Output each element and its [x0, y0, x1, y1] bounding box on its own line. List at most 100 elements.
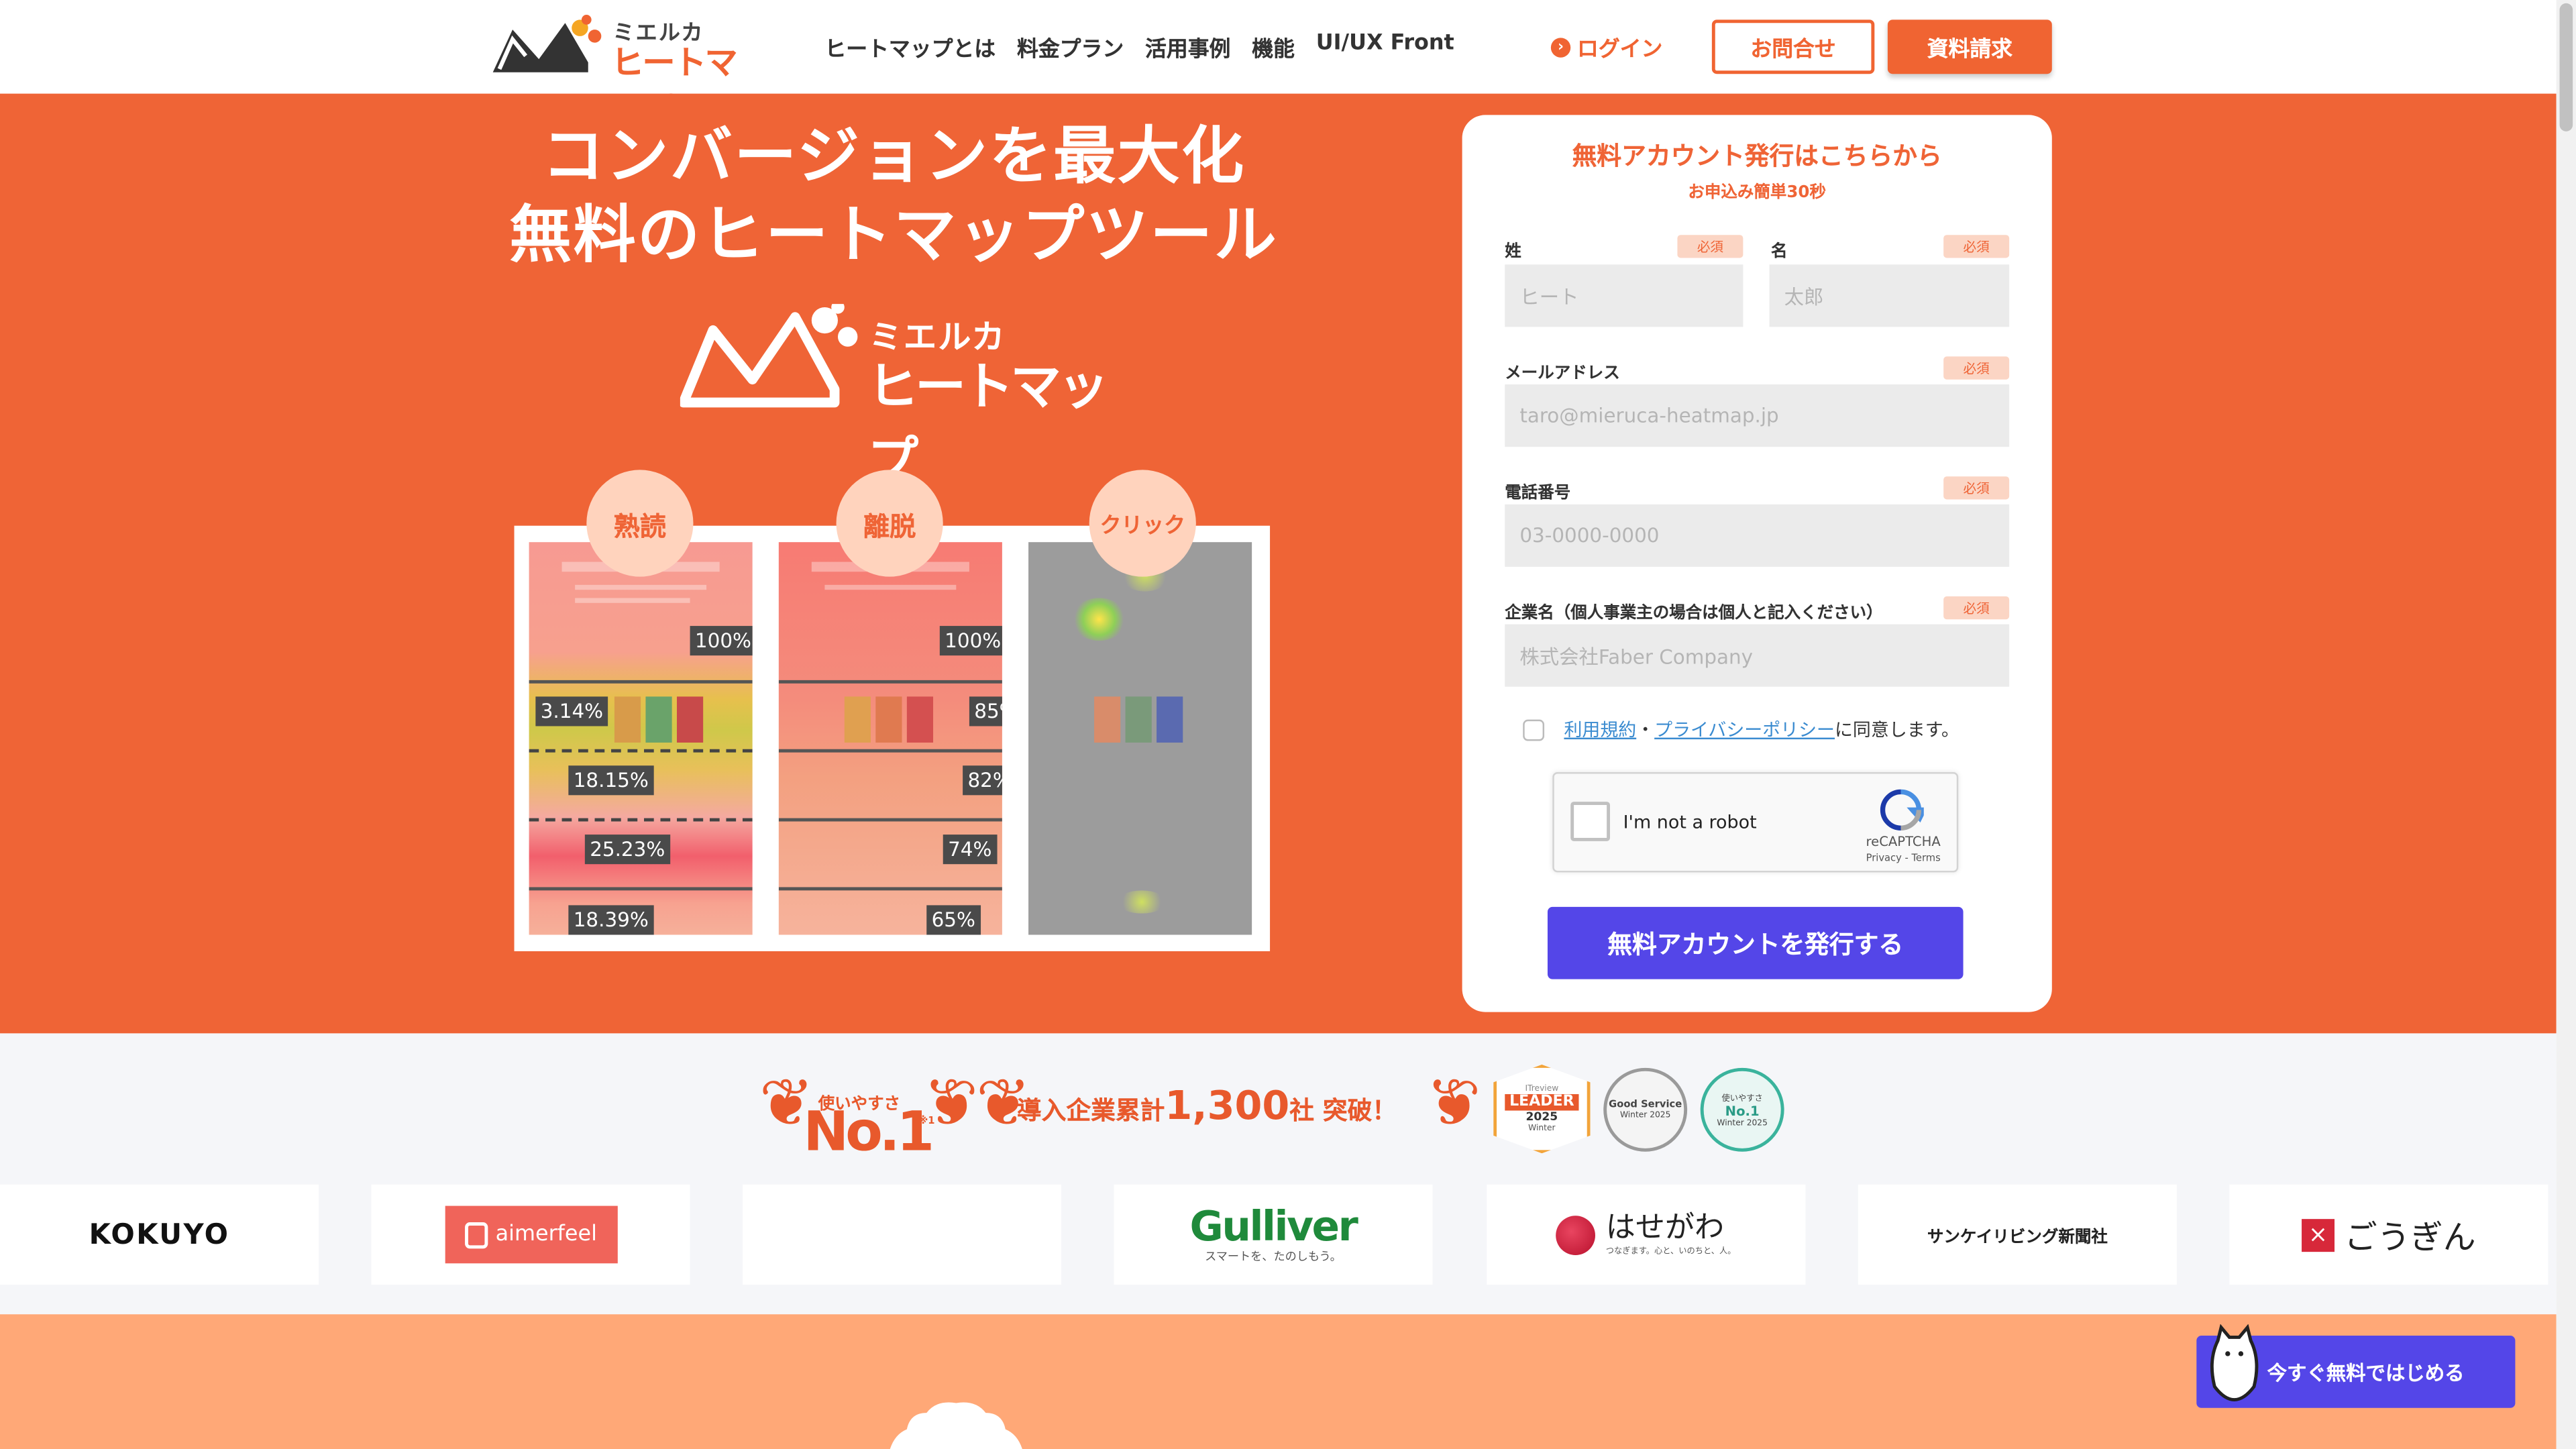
scroll-reading: 100%: [690, 626, 753, 656]
scroll-reading: 18.39%: [568, 905, 654, 935]
last-name-label: 姓: [1505, 243, 1521, 262]
mock-product-cards: [1094, 696, 1183, 743]
adoption-suffix: 社 突破！: [1289, 1095, 1397, 1126]
badge-scallop-icon: [890, 1402, 1022, 1449]
recaptcha-checkbox[interactable]: [1570, 802, 1611, 841]
chevron-right-icon: ›: [1550, 37, 1571, 57]
client-logo-aimerfeel: aimerfeel: [371, 1184, 690, 1285]
mock-product-cards: [844, 696, 934, 743]
mock-text-line: [575, 584, 707, 590]
first-name-field[interactable]: 太郎: [1769, 264, 2010, 327]
exit-reading: 74%: [943, 835, 997, 865]
terms-agreement: 利用規約 ・ プライバシーポリシー に同意します。: [1523, 716, 1960, 743]
signup-form: 無料アカウント発行はこちらから お申込み簡単30秒 姓 必須 ヒート 名 必須 …: [1462, 115, 2052, 1012]
scroll-line: [529, 818, 753, 822]
phone-label: 電話番号: [1505, 484, 1571, 503]
required-badge: 必須: [1677, 235, 1743, 258]
click-hotspot: [1117, 890, 1167, 914]
hero-title: コンバージョンを最大化 無料のヒートマップツール: [493, 117, 1295, 274]
hero-title-line2: 無料のヒートマップツール: [509, 199, 1279, 272]
email-field[interactable]: taro@mieruca-heatmap.jp: [1505, 384, 2010, 447]
required-badge: 必須: [1943, 356, 2010, 380]
exit-line: [778, 680, 1002, 684]
mock-text-line: [575, 598, 690, 603]
nav-item-features[interactable]: 機能: [1252, 32, 1295, 62]
client-logo-text: サンケイリビング新聞社: [1927, 1228, 2108, 1247]
recaptcha-widget: I'm not a robot reCAPTCHA Privacy - Term…: [1552, 772, 1959, 873]
separator: ・: [1636, 719, 1655, 741]
badge-leader-main: LEADER: [1504, 1094, 1579, 1111]
form-subtitle: お申込み簡単30秒: [1688, 184, 1826, 203]
nav-item-pricing[interactable]: 料金プラン: [1017, 32, 1124, 62]
exit-reading: 65%: [926, 905, 981, 935]
exit-line: [778, 818, 1002, 822]
agree-text: に同意します。: [1834, 719, 1960, 741]
recaptcha-brand: reCAPTCHA: [1866, 835, 1941, 850]
scroll-reading: 18.15%: [568, 765, 654, 796]
mock-product-cards: [614, 696, 704, 743]
contact-button[interactable]: お問合せ: [1711, 19, 1875, 74]
login-link[interactable]: › ログイン: [1550, 32, 1663, 63]
first-name-label: 名: [1771, 243, 1788, 262]
scroll-reading: 3.14%: [535, 696, 608, 727]
scroll-heatmap-image: 100% 3.14% 18.15% 25.23% 18.39%: [529, 542, 753, 935]
badge-leader-year: 2025: [1525, 1110, 1558, 1124]
site-header: ミエルカ ヒートマップ ヒートマップとは 料金プラン 活用事例 機能 UI/UX…: [0, 0, 2557, 129]
exit-line: [778, 749, 1002, 753]
exit-reading: 82%: [963, 765, 1002, 796]
required-badge: 必須: [1943, 235, 2010, 258]
adoption-number: 1,300: [1165, 1082, 1290, 1129]
nav-item-uiux-front[interactable]: UI/UX Front: [1316, 32, 1454, 63]
hero-title-line1: コンバージョンを最大化: [541, 119, 1246, 193]
client-logo-gougin: × ごうぎん: [2229, 1184, 2548, 1285]
badge-ease-main: 使いやすさ: [1721, 1093, 1763, 1104]
gougin-mark-icon: ×: [2302, 1218, 2335, 1251]
client-logo-blank: [742, 1184, 1062, 1285]
scroll-reading: 25.23%: [584, 835, 670, 865]
phone-field[interactable]: 03-0000-0000: [1505, 504, 2010, 567]
required-badge: 必須: [1943, 476, 2010, 500]
recaptcha-label: I'm not a robot: [1623, 811, 1757, 833]
client-logo-text: Gulliver: [1189, 1201, 1358, 1250]
hero-section: コンバージョンを最大化 無料のヒートマップツール ミエルカ ヒートマップ 100…: [0, 93, 2557, 1034]
hero-logo-bottom: ヒートマップ: [867, 358, 1109, 492]
header-logo[interactable]: ミエルカ ヒートマップ: [490, 13, 761, 129]
recaptcha-links[interactable]: Privacy - Terms: [1858, 853, 1949, 864]
privacy-link[interactable]: プライバシーポリシー: [1654, 716, 1835, 743]
mock-text-line: [824, 584, 957, 590]
click-hotspot: [1071, 598, 1128, 641]
aimerfeel-mark-icon: [464, 1221, 488, 1248]
company-field[interactable]: 株式会社Faber Company: [1505, 624, 2010, 687]
terms-link[interactable]: 利用規約: [1564, 716, 1636, 743]
form-title: 無料アカウント発行はこちらから: [1572, 141, 1942, 171]
adoption-prefix: 導入企業累計: [1016, 1095, 1165, 1126]
exit-reading: 85%: [969, 696, 1002, 727]
client-logo-text: はせがわ: [1605, 1210, 1725, 1246]
laurel-right-icon: ❦: [923, 1066, 979, 1142]
exit-heatmap-image: 100% 85% 82% 74% 65%: [778, 542, 1002, 935]
recaptcha-icon: [1880, 789, 1924, 830]
adoption-count: 導入企業累計1,300社 突破！: [1017, 1083, 1397, 1129]
last-name-field[interactable]: ヒート: [1505, 264, 1743, 327]
submit-button[interactable]: 無料アカウントを発行する: [1547, 906, 1964, 979]
scroll-line: [529, 680, 753, 684]
click-heatmap-image: [1028, 542, 1252, 935]
badge-leader-top: ITreview: [1525, 1084, 1559, 1095]
login-label: ログイン: [1577, 38, 1663, 63]
nav-item-about[interactable]: ヒートマップとは: [824, 32, 996, 62]
label-circle-exit: 離脱: [836, 470, 943, 577]
client-logo-text: ごうぎん: [2344, 1217, 2476, 1257]
badge-good-service-main: Good Service: [1609, 1099, 1682, 1111]
badge-good-service: Good Service Winter 2025: [1603, 1067, 1688, 1152]
badge-ease-sub: Winter 2025: [1717, 1118, 1768, 1128]
exit-line: [778, 887, 1002, 891]
scrollbar-thumb[interactable]: [2559, 3, 2573, 131]
company-label: 企業名（個人事業主の場合は個人と記入ください）: [1505, 604, 1883, 623]
page-root: ミエルカ ヒートマップ ヒートマップとは 料金プラン 活用事例 機能 UI/UX…: [0, 0, 2576, 1449]
page-scrollbar[interactable]: [2556, 0, 2576, 1449]
agree-checkbox[interactable]: [1523, 718, 1545, 741]
client-logo-hasegawa: はせがわ つなぎます。心と、いのちと、人。: [1487, 1184, 1806, 1285]
document-request-button[interactable]: 資料請求: [1887, 19, 2052, 74]
client-logo-sankei-living: サンケイリビング新聞社: [1858, 1184, 2177, 1285]
nav-item-cases[interactable]: 活用事例: [1145, 32, 1230, 62]
